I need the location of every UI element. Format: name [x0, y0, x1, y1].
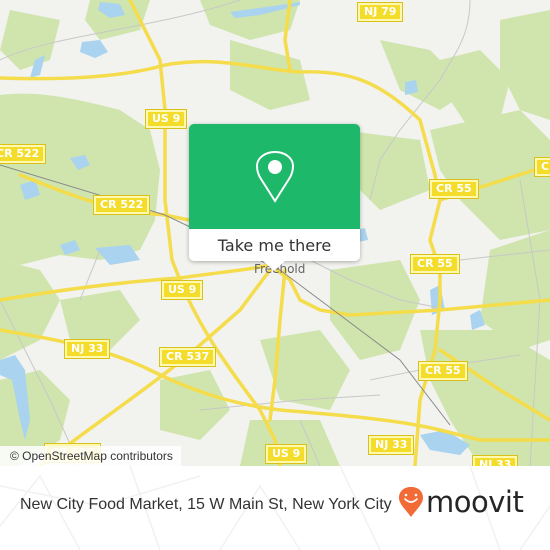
- popup-map-pin-area[interactable]: [189, 124, 360, 229]
- popup-pointer: [263, 261, 285, 271]
- take-me-there-button[interactable]: Take me there: [189, 229, 360, 261]
- route-shield-cr55: CR 55: [410, 254, 460, 274]
- place-address-text: New City Food Market, 15 W Main St, New …: [20, 496, 392, 513]
- route-shield-cr522: CR 522: [92, 195, 151, 215]
- route-shield-cr55: CR 55: [418, 361, 468, 381]
- moovit-logo[interactable]: moovit: [398, 485, 524, 519]
- osm-attribution[interactable]: © OpenStreetMap contributors: [0, 446, 181, 466]
- destination-popup: Take me there: [189, 124, 360, 271]
- route-shield-cr55: CR 55: [534, 157, 550, 177]
- moovit-pin-smile-icon: [399, 487, 423, 517]
- map-view[interactable]: NJ 79 US 9 CR 522 CR 522 CR 55 CR 55 CR …: [0, 0, 550, 466]
- moovit-wordmark: moovit: [426, 485, 524, 519]
- route-shield-cr55: CR 55: [429, 179, 479, 199]
- route-shield-cr537: CR 537: [158, 347, 217, 367]
- footer-bar: New City Food Market, 15 W Main St, New …: [0, 466, 550, 550]
- route-shield-nj33: NJ 33: [471, 455, 519, 466]
- route-shield-cr522: CR 522: [0, 144, 47, 164]
- location-pin-icon: [255, 150, 294, 203]
- route-shield-us9: US 9: [264, 444, 308, 464]
- route-shield-nj33: NJ 33: [63, 339, 111, 359]
- route-shield-nj33: NJ 33: [367, 435, 415, 455]
- route-shield-nj79: NJ 79: [356, 2, 404, 22]
- route-shield-us9: US 9: [144, 109, 188, 129]
- route-shield-us9: US 9: [160, 280, 204, 300]
